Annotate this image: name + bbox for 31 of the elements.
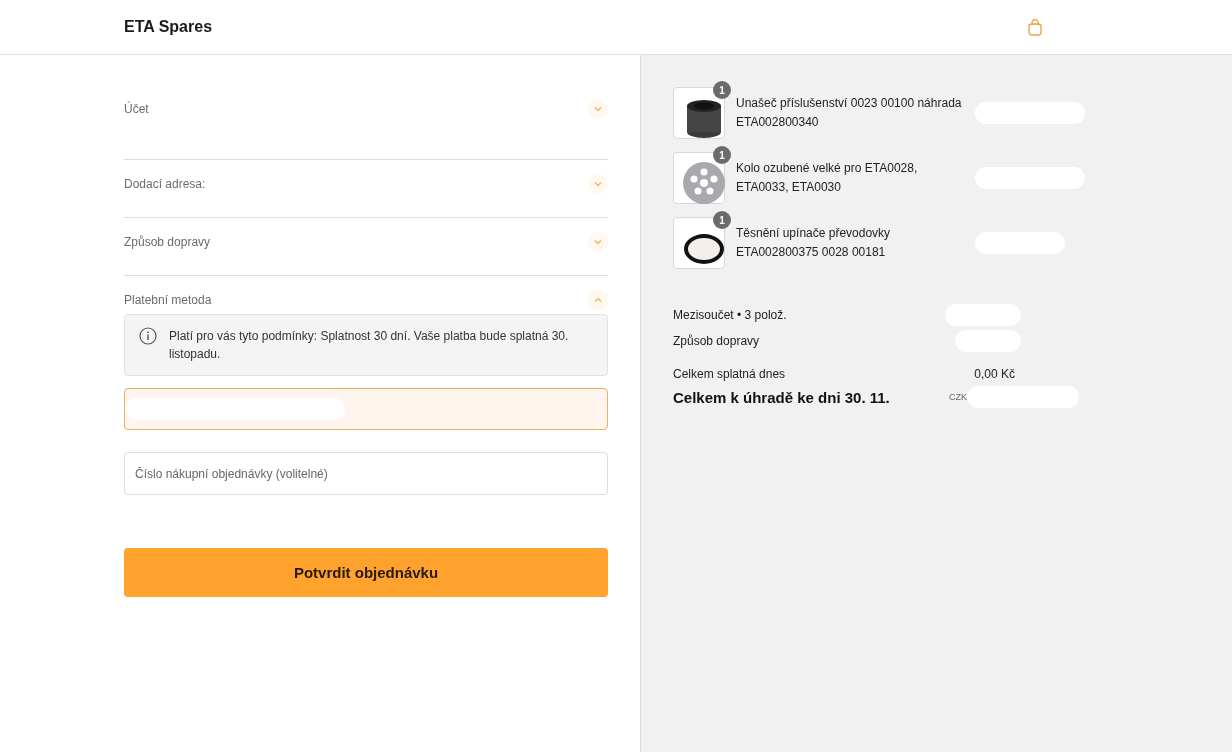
section-title: Dodací adresa: [124, 176, 206, 191]
section-title: Způsob dopravy [124, 234, 211, 249]
due-today-value: 0,00 Kč [974, 367, 1015, 381]
shipping-label: Způsob dopravy [673, 334, 760, 348]
confirm-order-button[interactable]: Potvrdit objednávku [124, 548, 608, 597]
chevron-up-icon [593, 295, 603, 305]
subtotal-label: Mezisoučet • 3 polož. [673, 308, 787, 322]
input-field[interactable]: Číslo nákupní objednávky (volitelné) [124, 452, 608, 495]
quantity-badge: 1 [713, 211, 731, 229]
chevron-down-icon [593, 237, 603, 247]
section-title: Platební metoda [124, 292, 212, 307]
info-icon [139, 327, 157, 345]
section-toggle[interactable] [588, 99, 608, 119]
product-name: Těsnění upínače převodovky ETA002800375 0028 00181 [736, 225, 892, 261]
chevron-down-icon [593, 179, 603, 189]
notice-text: Platí pro vás tyto podmínky: Splatnost 30 dní. Vaše platba bude splatná 30. listopadu. [169, 328, 570, 363]
section-toggle[interactable] [588, 232, 608, 252]
payment-option[interactable] [124, 388, 608, 430]
chevron-down-icon [593, 104, 603, 114]
section-toggle[interactable] [588, 174, 608, 194]
total-label: Celkem k úhradě ke dni 30. 11. [673, 388, 890, 406]
brand-name[interactable]: ETA Spares [124, 18, 213, 36]
quantity-badge: 1 [713, 146, 731, 164]
quantity-badge: 1 [713, 81, 731, 99]
section-toggle[interactable] [588, 290, 608, 310]
section-title: Účet [124, 100, 149, 116]
currency-label: CZK [949, 392, 967, 402]
due-today-label: Celkem splatná dnes [673, 367, 786, 381]
product-name: Unašeč příslušenství 0023 00100 náhrada ETA002800340 [736, 95, 963, 131]
shopping-bag-icon[interactable] [1028, 18, 1042, 36]
product-name: Kolo ozubené velké pro ETA0028, ETA0033, ETA0030 [736, 160, 919, 196]
